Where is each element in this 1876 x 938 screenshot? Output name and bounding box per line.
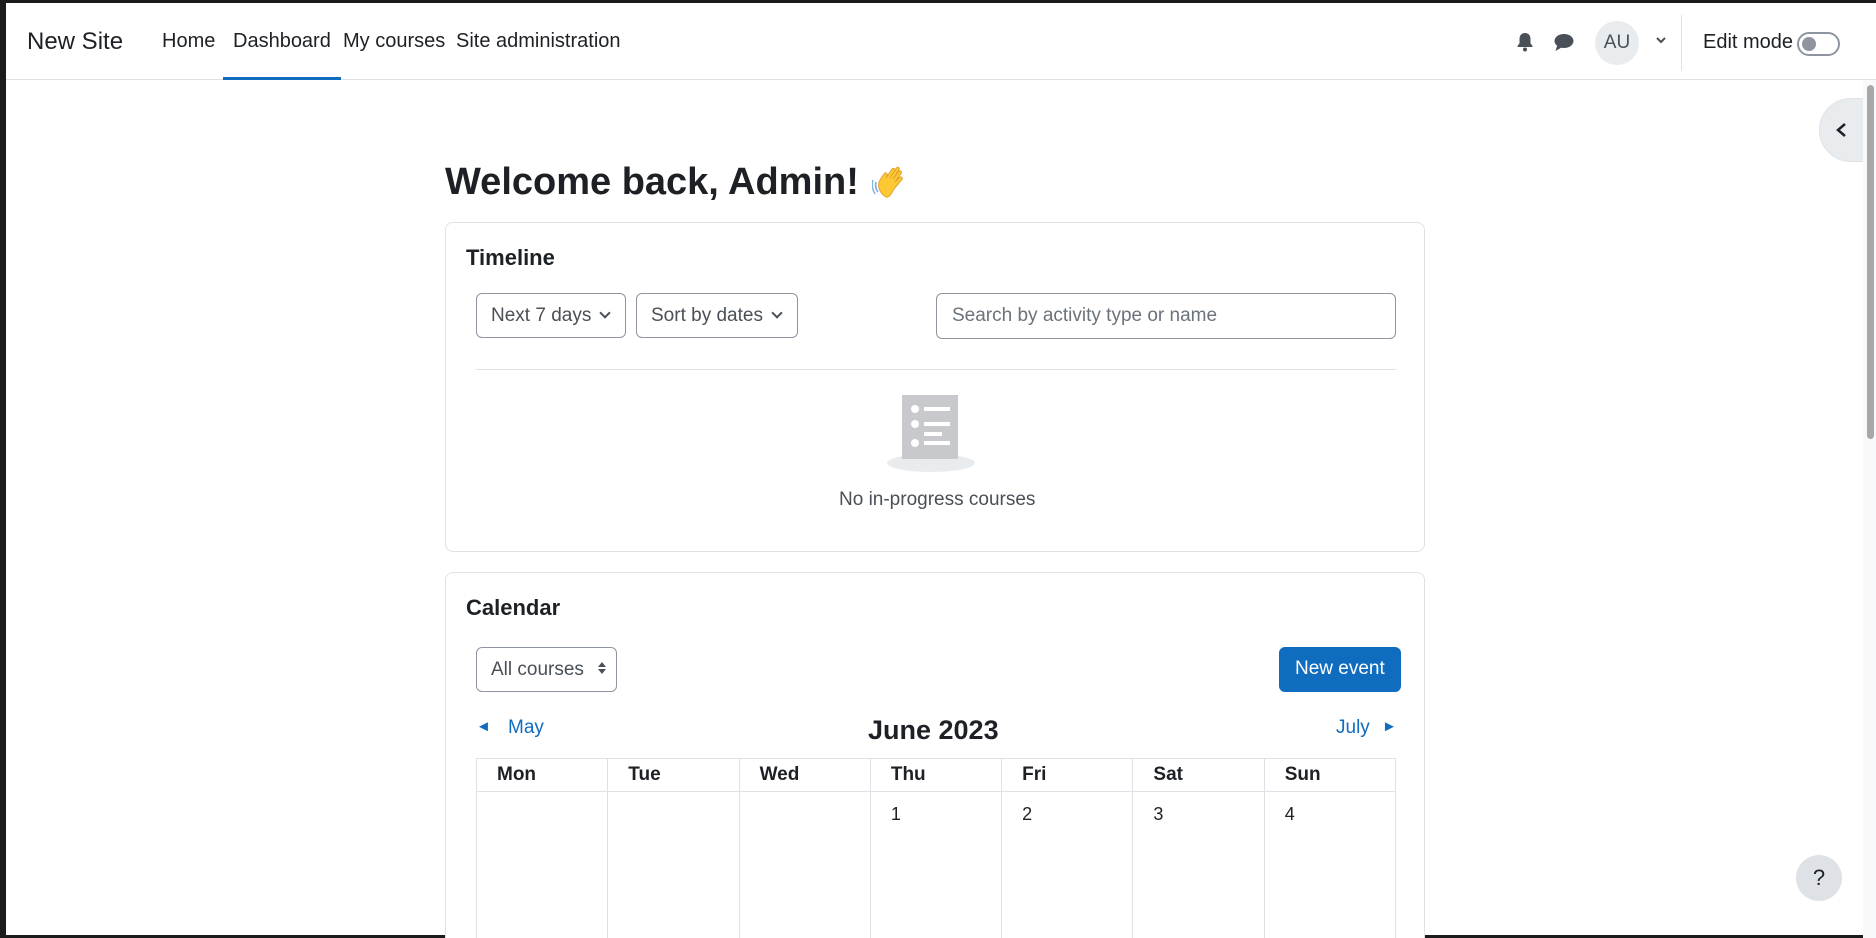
timeline-day-filter[interactable]: Next 7 days (476, 293, 626, 338)
calendar-title: Calendar (466, 595, 561, 620)
timeline-divider (476, 369, 1396, 370)
weekday-header: Wed (738, 758, 871, 792)
timeline-empty-message: No in-progress courses (839, 489, 1036, 510)
weekday-header: Fri (1001, 758, 1134, 792)
prev-month-link[interactable]: May (508, 717, 544, 739)
timeline-day-filter-label: Next 7 days (491, 305, 592, 326)
calendar-grid: Mon Tue Wed Thu Fri Sat Sun 1 2 3 4 (475, 758, 1397, 938)
calendar-day-cell[interactable]: 2 (1001, 791, 1134, 938)
calendar-card: Calendar All courses New event ◄ May Jun… (445, 572, 1425, 938)
scrollbar-thumb[interactable] (1867, 85, 1874, 439)
waving-hand-icon (871, 163, 914, 205)
calendar-day-cell (475, 791, 609, 938)
weekday-header: Mon (475, 758, 609, 792)
timeline-search-input[interactable] (936, 293, 1396, 339)
timeline-title: Timeline (466, 245, 555, 270)
timeline-sort-select[interactable]: Sort by dates (636, 293, 798, 338)
calendar-day-cell[interactable]: 1 (869, 791, 1003, 938)
user-avatar[interactable]: AU (1595, 21, 1639, 65)
calendar-course-select[interactable]: All courses (476, 647, 617, 692)
calendar-course-label: All courses (491, 659, 584, 681)
edit-mode-label: Edit mode (1703, 31, 1794, 53)
next-month-link[interactable]: July (1336, 717, 1370, 739)
weekday-header: Sun (1263, 758, 1397, 792)
top-navbar: New Site Home Dashboard My courses Site … (6, 3, 1876, 80)
calendar-weekday-row: Mon Tue Wed Thu Fri Sat Sun (475, 758, 1397, 792)
help-button[interactable]: ? (1796, 855, 1842, 901)
chat-bubble-icon[interactable] (1553, 31, 1575, 53)
chevron-down-icon[interactable] (1654, 33, 1668, 47)
calendar-day-cell[interactable]: 3 (1132, 791, 1265, 938)
weekday-header: Tue (607, 758, 740, 792)
weekday-header: Sat (1132, 758, 1265, 792)
navbar-divider (1681, 15, 1682, 71)
calendar-day-cell (738, 791, 871, 938)
calendar-day-cell[interactable]: 4 (1263, 791, 1397, 938)
calendar-week-row: 1 2 3 4 (475, 791, 1397, 938)
timeline-card: Timeline Next 7 days Sort by dates No in… (445, 222, 1425, 552)
prev-arrow-icon[interactable]: ◄ (476, 718, 491, 735)
page-title: Welcome back, Admin! (445, 161, 859, 203)
chevron-down-icon (771, 307, 783, 319)
sort-updown-icon (597, 659, 607, 681)
empty-list-icon (886, 395, 976, 475)
nav-my-courses[interactable]: My courses (343, 30, 445, 53)
calendar-month-title: June 2023 (868, 715, 999, 745)
nav-dashboard[interactable]: Dashboard (223, 30, 341, 80)
nav-site-administration[interactable]: Site administration (456, 30, 621, 53)
chevron-down-icon (599, 307, 611, 319)
next-arrow-icon[interactable]: ► (1382, 718, 1397, 735)
bell-icon[interactable] (1514, 31, 1536, 53)
nav-home[interactable]: Home (162, 30, 215, 53)
edit-mode-toggle[interactable] (1797, 32, 1840, 56)
site-brand[interactable]: New Site (27, 28, 123, 56)
weekday-header: Thu (869, 758, 1003, 792)
timeline-sort-label: Sort by dates (651, 305, 763, 326)
new-event-button[interactable]: New event (1279, 647, 1401, 692)
calendar-day-cell (607, 791, 740, 938)
